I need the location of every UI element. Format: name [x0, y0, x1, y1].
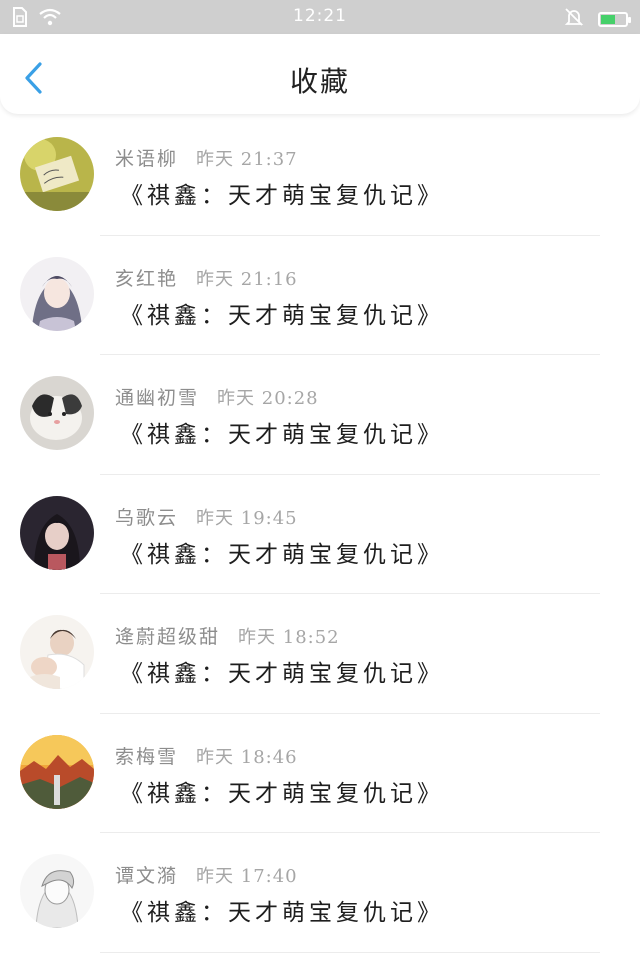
book-title[interactable]: 《祺鑫：天才萌宝复仇记》 [120, 654, 444, 688]
user-name: 乌歌云 [115, 506, 179, 529]
timestamp: 昨天 17:40 [196, 866, 298, 887]
favorites-list: 米语柳 昨天 21:37 《祺鑫：天才萌宝复仇记》 亥红艳 昨天 21:16 《祺鑫：天才… [0, 116, 640, 953]
avatar[interactable] [20, 615, 94, 689]
avatar[interactable] [20, 854, 94, 928]
item-meta: 逄蔚超级甜 昨天 18:52 [115, 622, 340, 649]
battery-charging-icon [598, 11, 631, 27]
list-item[interactable]: 逄蔚超级甜 昨天 18:52 《祺鑫：天才萌宝复仇记》 [0, 594, 640, 714]
item-meta: 米语柳 昨天 21:37 [115, 144, 298, 171]
book-title[interactable]: 《祺鑫：天才萌宝复仇记》 [120, 535, 444, 569]
avatar[interactable] [20, 495, 94, 570]
list-item[interactable]: 亥红艳 昨天 21:16 《祺鑫：天才萌宝复仇记》 [0, 236, 640, 355]
timestamp: 昨天 21:37 [196, 149, 298, 170]
list-item[interactable]: 索梅雪 昨天 18:46 《祺鑫：天才萌宝复仇记》 [0, 714, 640, 833]
timestamp: 昨天 21:16 [196, 268, 298, 290]
page-title: 收藏 [289, 65, 350, 98]
header: 收藏 [0, 34, 640, 114]
list-item[interactable]: 乌歌云 昨天 19:45 《祺鑫：天才萌宝复仇记》 [0, 475, 640, 594]
item-meta: 通幽初雪 昨天 20:28 [115, 383, 319, 410]
timestamp: 昨天 18:46 [196, 746, 298, 768]
timestamp: 昨天 20:28 [217, 388, 319, 409]
battery-fill [601, 14, 615, 24]
item-meta: 乌歌云 昨天 19:45 [115, 503, 298, 530]
list-item[interactable]: 谭文漪 昨天 17:40 《祺鑫：天才萌宝复仇记》 [0, 833, 640, 953]
book-title[interactable]: 《祺鑫：天才萌宝复仇记》 [120, 176, 444, 210]
avatar[interactable] [20, 734, 94, 809]
status-time: 12:21 [293, 6, 347, 26]
user-name: 通幽初雪 [115, 387, 200, 409]
item-meta: 索梅雪 昨天 18:46 [115, 742, 298, 769]
item-meta: 谭文漪 昨天 17:40 [115, 861, 298, 888]
avatar[interactable] [20, 137, 94, 211]
book-title[interactable]: 《祺鑫：天才萌宝复仇记》 [120, 774, 444, 808]
item-meta: 亥红艳 昨天 21:16 [115, 264, 298, 291]
avatar[interactable] [20, 256, 94, 331]
mute-bell-icon [564, 7, 584, 31]
user-name: 索梅雪 [115, 745, 179, 768]
book-title[interactable]: 《祺鑫：天才萌宝复仇记》 [120, 296, 444, 330]
user-name: 谭文漪 [115, 865, 179, 887]
list-item[interactable]: 通幽初雪 昨天 20:28 《祺鑫：天才萌宝复仇记》 [0, 355, 640, 475]
status-right [564, 7, 631, 31]
timestamp: 昨天 18:52 [238, 627, 340, 648]
book-title[interactable]: 《祺鑫：天才萌宝复仇记》 [120, 893, 444, 927]
user-name: 米语柳 [115, 148, 179, 170]
user-name: 亥红艳 [115, 267, 179, 290]
book-title[interactable]: 《祺鑫：天才萌宝复仇记》 [120, 415, 444, 449]
user-name: 逄蔚超级甜 [115, 626, 221, 648]
timestamp: 昨天 19:45 [196, 507, 298, 529]
status-bar: 12:21 [0, 0, 640, 34]
list-item[interactable]: 米语柳 昨天 21:37 《祺鑫：天才萌宝复仇记》 [0, 116, 640, 236]
divider [100, 951, 600, 953]
avatar[interactable] [20, 376, 94, 450]
